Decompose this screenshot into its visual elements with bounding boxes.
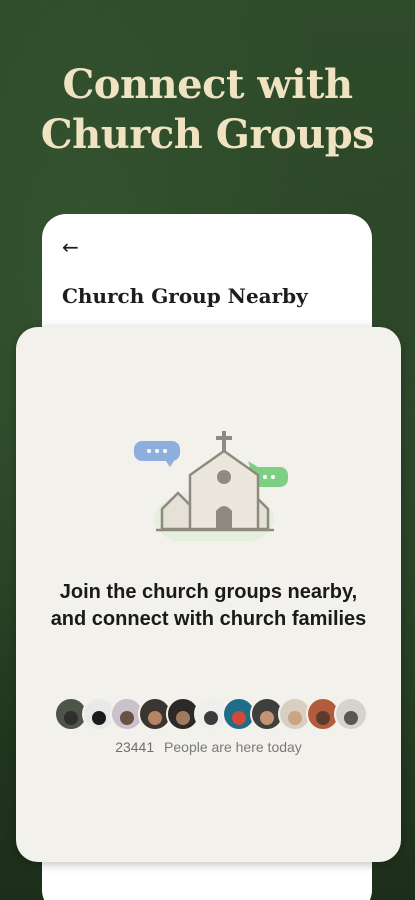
members-today: 23441 People are here today [16, 739, 401, 755]
headline: Connect with Church Groups [0, 60, 415, 160]
headline-line-1: Connect with [62, 61, 353, 108]
screen-title: Church Group Nearby [62, 284, 308, 308]
avatar [334, 697, 368, 731]
church-with-chat-bubbles-icon [134, 431, 288, 541]
card-message: Join the church groups nearby, and conne… [50, 581, 367, 630]
members-count: 23441 [115, 739, 155, 755]
church-groups-card: Join the church groups nearby, and conne… [16, 327, 401, 862]
headline-line-2: Church Groups [40, 111, 375, 158]
member-avatars [54, 697, 368, 731]
arrow-left-icon[interactable]: ← [62, 236, 84, 258]
members-label: People are here today [164, 739, 302, 755]
